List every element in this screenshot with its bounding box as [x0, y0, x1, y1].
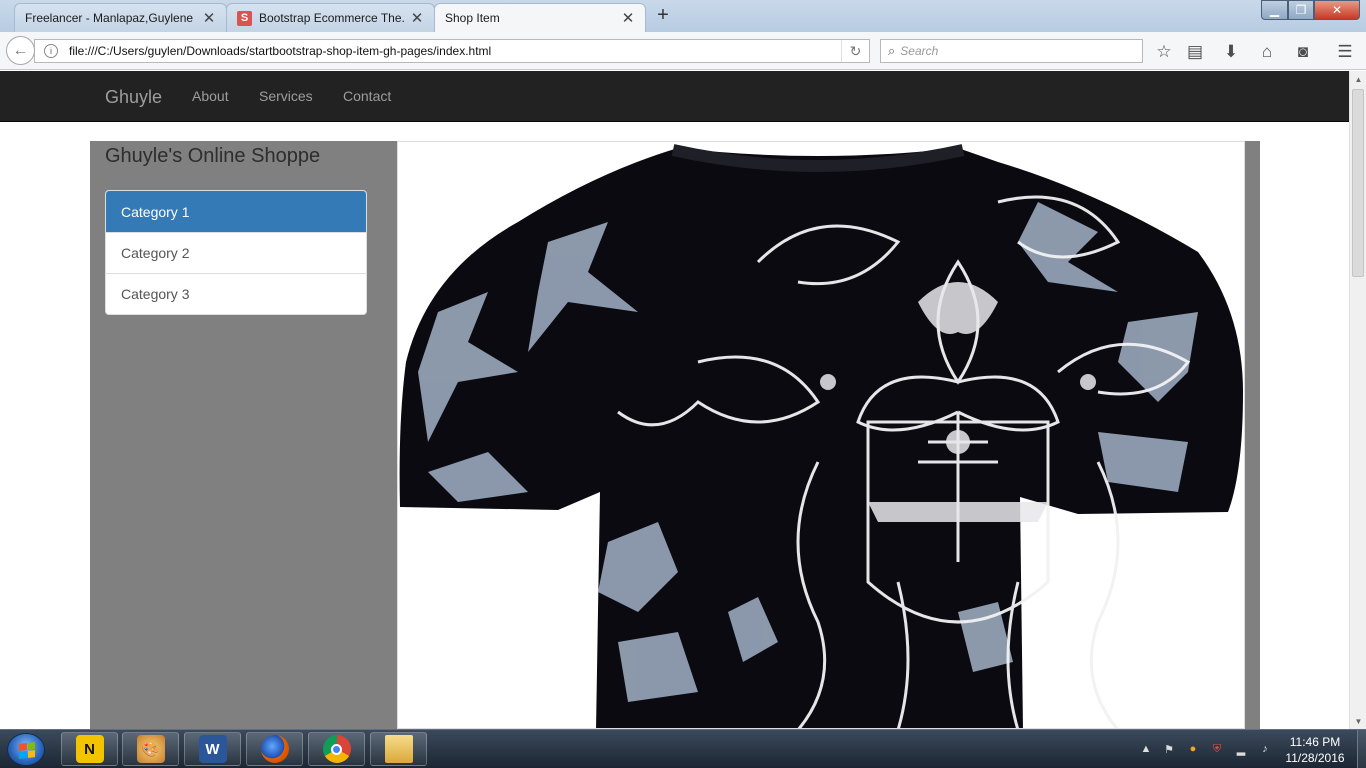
tab-shop-item[interactable]: Shop Item ✕: [434, 3, 646, 32]
site-navbar: Ghuyle About Services Contact: [0, 71, 1349, 122]
minimize-icon[interactable]: ▁: [1261, 0, 1288, 20]
nav-services[interactable]: Services: [259, 88, 313, 104]
start-button[interactable]: [7, 733, 45, 766]
close-tab-icon[interactable]: ✕: [202, 9, 216, 27]
paint-icon: 🎨: [136, 735, 165, 763]
word-icon: W: [198, 735, 227, 763]
product-image: [397, 141, 1245, 729]
windows-taskbar: N 🎨 W ▲ ⚑ ● ⛨ ▂ ♪ 11:46 PM 11/28/2016: [0, 729, 1366, 768]
windows-logo-icon: [19, 742, 35, 759]
chrome-icon: [322, 735, 351, 763]
brand-link[interactable]: Ghuyle: [105, 87, 162, 108]
url-bar[interactable]: i file:///C:/Users/guylen/Downloads/star…: [34, 39, 870, 63]
shop-title: Ghuyle's Online Shoppe: [105, 145, 321, 167]
tab-title: Freelancer - Manlapaz,Guylene: [25, 11, 194, 25]
nav-about[interactable]: About: [192, 88, 229, 104]
show-hidden-icons-icon[interactable]: ▲: [1139, 742, 1153, 756]
action-center-flag-icon[interactable]: ⚑: [1162, 742, 1176, 756]
window-controls: ▁ ❐ ✕: [1261, 0, 1360, 20]
clock-time: 11:46 PM: [1289, 735, 1341, 749]
search-placeholder: Search: [900, 44, 939, 58]
folder-icon: [384, 735, 413, 763]
back-button[interactable]: ←: [6, 36, 35, 65]
url-text[interactable]: file:///C:/Users/guylen/Downloads/startb…: [69, 44, 841, 58]
show-desktop-button[interactable]: [1357, 730, 1366, 768]
taskbar-word[interactable]: W: [184, 732, 241, 766]
home-icon[interactable]: ⌂: [1256, 41, 1278, 63]
reload-icon[interactable]: ↻: [841, 40, 869, 62]
security-icon[interactable]: ⛨: [1210, 742, 1224, 756]
close-tab-icon[interactable]: ✕: [410, 9, 424, 27]
clock-date: 11/28/2016: [1285, 751, 1345, 765]
taskbar-firefox[interactable]: [246, 732, 303, 766]
system-clock[interactable]: 11:46 PM 11/28/2016: [1280, 734, 1350, 766]
tab-title: Shop Item: [445, 11, 500, 25]
download-icon[interactable]: ⬇: [1220, 41, 1242, 63]
close-window-icon[interactable]: ✕: [1314, 0, 1360, 20]
reading-list-icon[interactable]: ▤: [1184, 41, 1206, 63]
firefox-icon: [260, 735, 289, 763]
category-item-1[interactable]: Category 1: [106, 191, 366, 232]
info-icon[interactable]: i: [44, 44, 58, 58]
scroll-up-icon[interactable]: ▲: [1350, 71, 1366, 87]
tab-title: Bootstrap Ecommerce The...: [259, 11, 404, 25]
nav-contact[interactable]: Contact: [343, 88, 391, 104]
taskbar-explorer[interactable]: [370, 732, 427, 766]
back-arrow-icon: ←: [12, 41, 29, 59]
pocket-icon[interactable]: ◙: [1292, 41, 1314, 63]
tab-freelancer[interactable]: Freelancer - Manlapaz,Guylene ✕: [14, 3, 227, 32]
bookmark-star-icon[interactable]: ☆: [1153, 41, 1175, 63]
menu-icon[interactable]: ☰: [1334, 41, 1356, 63]
maximize-icon[interactable]: ❐: [1288, 0, 1314, 20]
search-icon: ⌕: [888, 43, 896, 58]
category-item-3[interactable]: Category 3: [106, 273, 366, 314]
taskbar-paint[interactable]: 🎨: [122, 732, 179, 766]
new-tab-button[interactable]: +: [652, 4, 674, 27]
close-tab-icon[interactable]: ✕: [621, 9, 635, 27]
browser-tab-bar: Freelancer - Manlapaz,Guylene ✕ S Bootst…: [0, 0, 1366, 32]
search-bar[interactable]: ⌕ Search: [880, 39, 1143, 63]
volume-icon[interactable]: ♪: [1258, 742, 1272, 756]
scrollbar-thumb[interactable]: [1352, 89, 1364, 277]
update-icon[interactable]: ●: [1186, 742, 1200, 756]
network-signal-icon[interactable]: ▂: [1234, 742, 1248, 756]
category-list: Category 1 Category 2 Category 3: [105, 190, 367, 315]
taskbar-norton[interactable]: N: [61, 732, 118, 766]
category-item-2[interactable]: Category 2: [106, 232, 366, 273]
tshirt-image: [398, 142, 1244, 728]
site-favicon-icon: S: [237, 10, 252, 26]
taskbar-chrome[interactable]: [308, 732, 365, 766]
scroll-down-icon[interactable]: ▼: [1350, 713, 1366, 729]
page-scrollbar[interactable]: ▲ ▼: [1349, 71, 1366, 729]
browser-toolbar: i file:///C:/Users/guylen/Downloads/star…: [0, 32, 1366, 70]
tab-bootstrap-ecommerce[interactable]: S Bootstrap Ecommerce The... ✕: [226, 3, 435, 32]
norton-icon: N: [75, 735, 104, 763]
